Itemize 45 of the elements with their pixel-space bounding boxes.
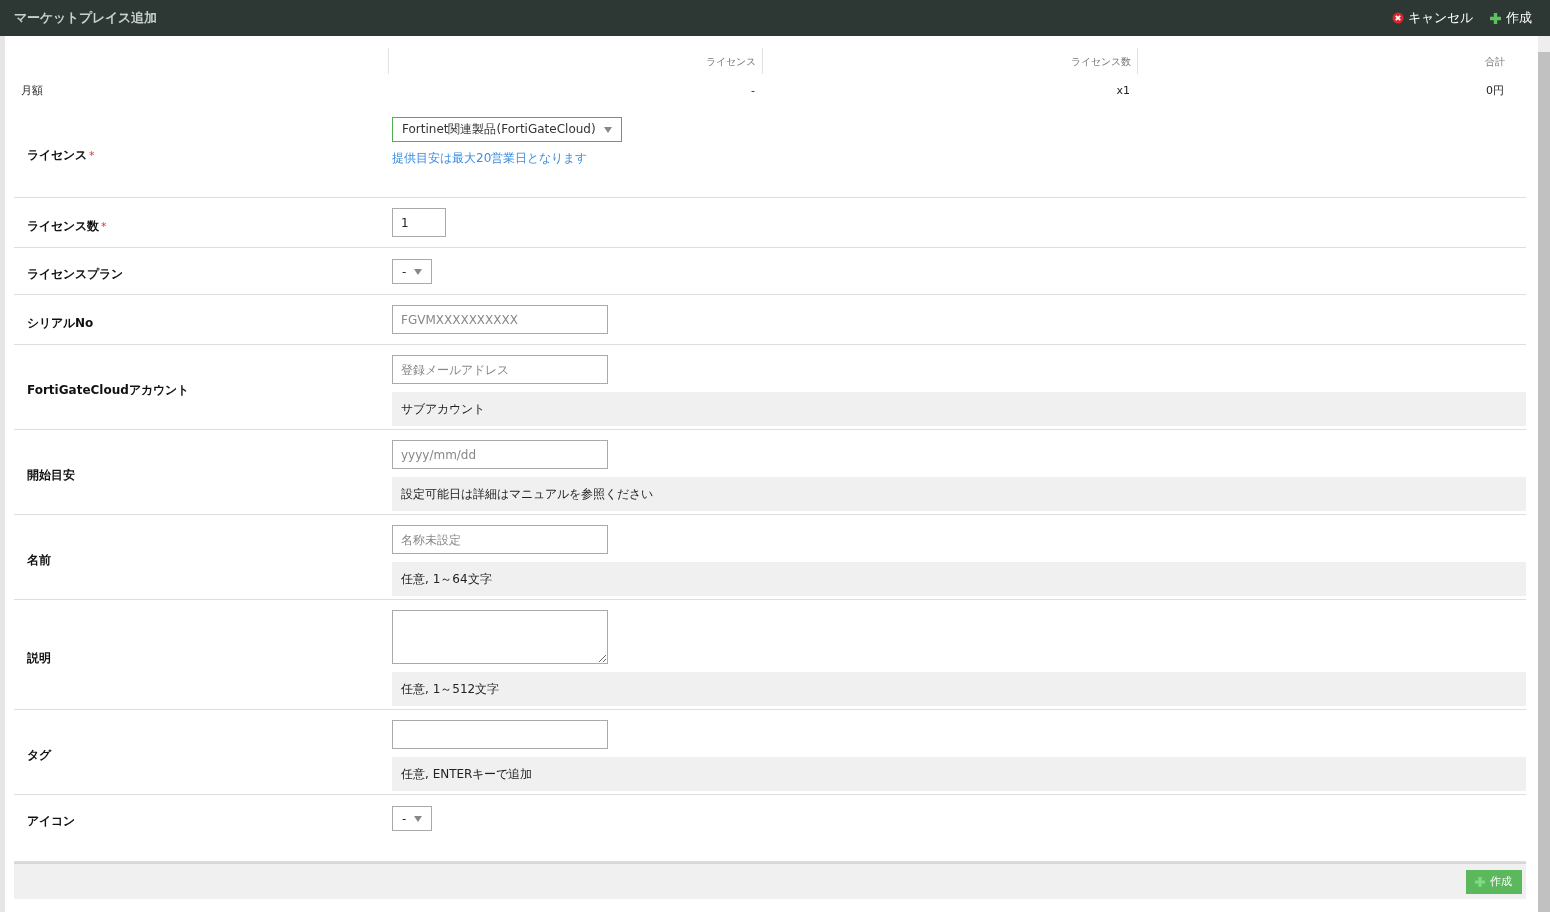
caret-icon [414, 268, 423, 275]
input-field[interactable]: FGVMXXXXXXXXXX [392, 305, 608, 334]
help-band: 設定可能日は詳細はマニュアルを参照ください [392, 477, 1526, 511]
column-header: ライセンス [706, 56, 756, 69]
plus-icon [1474, 875, 1486, 888]
dropdown[interactable]: - [392, 806, 433, 831]
field-label: 説明 [27, 649, 51, 667]
help-band: 任意, ENTERキーで追加 [392, 757, 1526, 791]
scrollbar[interactable] [1538, 36, 1550, 912]
column-header: 合計 [1485, 56, 1505, 69]
cancel-button[interactable]: キャンセル [1392, 9, 1473, 27]
field-label: 名前 [27, 552, 51, 569]
number-field[interactable]: 1 [392, 208, 446, 237]
text-area[interactable] [392, 610, 608, 664]
hint-text: 提供目安は最大20営業日となります [392, 150, 588, 167]
dropdown[interactable]: Fortinet関連製品(FortiGateCloud) [392, 117, 622, 142]
close-icon [1392, 12, 1404, 24]
row-label: 月額 [21, 82, 43, 98]
input-field[interactable]: 登録メールアドレス [392, 355, 608, 384]
field-label: ライセンス [27, 146, 87, 164]
window-title: マーケットプレイス追加 [14, 9, 157, 27]
caret-icon [414, 815, 423, 822]
table-cell: - [751, 83, 755, 97]
plus-icon [1489, 11, 1502, 25]
field-label: タグ [27, 747, 51, 764]
field-label: ライセンス数 [27, 217, 99, 235]
field-label: 開始目安 [27, 467, 75, 484]
dropdown[interactable]: - [392, 259, 433, 284]
help-band: 任意, 1～512文字 [392, 672, 1526, 706]
field-label: シリアルNo [27, 314, 94, 332]
field-label: ライセンスプラン [27, 266, 123, 283]
required-mark: * [101, 219, 107, 233]
create-button[interactable]: 作成 [1489, 9, 1532, 27]
field-label: FortiGateCloudアカウント [27, 382, 189, 399]
input-field[interactable]: 名称未設定 [392, 525, 608, 554]
required-mark: * [89, 148, 95, 162]
field-label: アイコン [27, 813, 75, 830]
table-cell: 0円 [1486, 82, 1504, 98]
help-band: 任意, 1～64文字 [392, 562, 1526, 596]
column-header: ライセンス数 [1071, 56, 1131, 69]
caret-icon [603, 126, 612, 133]
input-field[interactable] [392, 720, 608, 749]
table-cell: x1 [1116, 83, 1130, 97]
help-band: サブアカウント [392, 392, 1526, 426]
input-field[interactable]: yyyy/mm/dd [392, 440, 608, 469]
